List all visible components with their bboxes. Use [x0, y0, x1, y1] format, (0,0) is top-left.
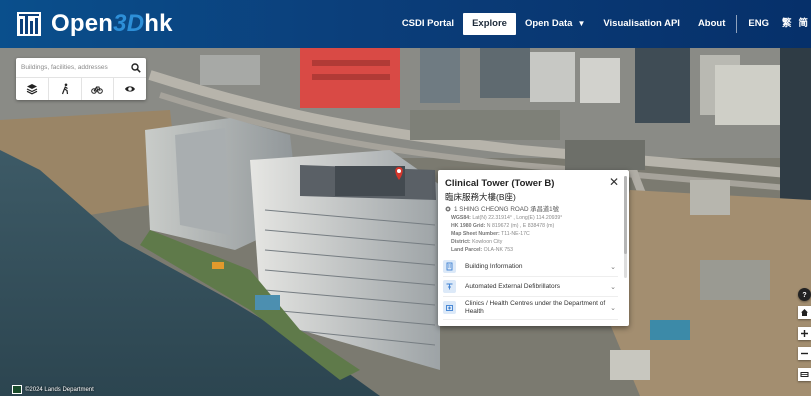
zoom-in-button[interactable]	[798, 327, 811, 340]
nav-divider	[736, 15, 738, 33]
building-info-popup: Clinical Tower (Tower B) ✕ 臨床服務大樓(B座) 1 …	[438, 170, 629, 326]
lang-eng[interactable]: ENG	[739, 13, 778, 35]
brand-name: Open3Dhk	[51, 10, 173, 38]
attribution: ©2024 Lands Department	[12, 385, 94, 394]
detail-district-value: Kowloon City	[472, 239, 503, 245]
popup-details: WGS84: Lat(N) 22.31914° , Long(E) 114.20…	[451, 214, 562, 254]
accordion-label: Clinics / Health Centres under the Depar…	[465, 299, 606, 315]
svg-text:?: ?	[802, 292, 806, 299]
popup-scrollbar-thumb[interactable]	[624, 176, 627, 254]
main-nav: CSDI Portal Explore Open Data ▼ Visualisa…	[393, 0, 811, 48]
brand-name-suffix: hk	[144, 10, 173, 37]
detail-district: District: Kowloon City	[451, 238, 562, 246]
popup-address: 1 SHING CHEONG ROAD 承昌道1號	[445, 204, 559, 213]
brand-name-prefix: Open	[51, 10, 114, 37]
popup-title: Clinical Tower (Tower B)	[445, 178, 555, 189]
clinic-icon	[443, 301, 456, 314]
popup-subtitle: 臨床服務大樓(B座)	[445, 192, 516, 202]
detail-hk1980: HK 1980 Grid: N 819672 (m) , E 838478 (m…	[451, 222, 562, 230]
walking-button[interactable]	[49, 78, 82, 100]
detail-land-parcel-value: OLA-NK 753	[483, 247, 514, 253]
nav-item-about[interactable]: About	[689, 13, 734, 35]
accordion-aed[interactable]: Automated External Defibrillators ⌄	[443, 277, 618, 297]
detail-wgs84-label: WGS84:	[451, 215, 471, 221]
popup-address-text: 1 SHING CHEONG ROAD 承昌道1號	[454, 206, 559, 213]
nav-item-explore[interactable]: Explore	[463, 13, 516, 35]
nav-item-open-data-label: Open Data	[524, 18, 573, 29]
help-button[interactable]: ?	[798, 288, 811, 301]
brand[interactable]: Open3Dhk	[16, 10, 173, 38]
detail-land-parcel-label: Land Parcel:	[451, 247, 483, 253]
home-button[interactable]	[798, 306, 811, 319]
aed-icon	[443, 280, 456, 293]
home-icon	[801, 309, 808, 316]
building-icon	[443, 260, 456, 273]
detail-map-sheet-value: T11-NE-17C	[501, 231, 530, 237]
chevron-down-icon: ⌄	[610, 283, 616, 291]
detail-hk1980-label: HK 1980 Grid:	[451, 223, 486, 229]
walking-icon	[61, 83, 68, 95]
detail-map-sheet: Map Sheet Number: T11-NE-17C	[451, 230, 562, 238]
accordion-label: Automated External Defibrillators	[465, 282, 561, 290]
mode-toolbar	[16, 78, 146, 100]
brand-logo-icon	[17, 12, 41, 36]
lang-sc[interactable]: 简	[795, 13, 811, 35]
zoom-out-icon	[801, 352, 808, 355]
lang-tc[interactable]: 繁	[778, 13, 796, 35]
caret-down-icon: ▼	[577, 19, 586, 28]
top-navigation-bar: Open3Dhk CSDI Portal Explore Open Data ▼ …	[0, 0, 811, 48]
close-icon[interactable]: ✕	[609, 176, 619, 188]
search-input[interactable]	[21, 64, 131, 71]
zoom-out-button[interactable]	[798, 347, 811, 360]
detail-district-label: District:	[451, 239, 471, 245]
accordion-building-information[interactable]: Building Information ⌄	[443, 257, 618, 277]
chevron-down-icon: ⌄	[610, 263, 616, 271]
detail-wgs84-value: Lat(N) 22.31914° , Long(E) 114.20939°	[472, 215, 563, 221]
location-pin-icon	[445, 206, 451, 211]
nav-item-csdi-portal[interactable]: CSDI Portal	[393, 13, 463, 35]
map-toggle-icon	[800, 372, 809, 377]
accordion-label: Building Information	[465, 262, 523, 270]
zoom-in-icon	[801, 330, 808, 337]
detail-wgs84: WGS84: Lat(N) 22.31914° , Long(E) 114.20…	[451, 214, 562, 222]
eye-icon	[125, 86, 136, 92]
layers-icon	[26, 84, 38, 95]
cycling-button[interactable]	[82, 78, 115, 100]
view-button[interactable]	[114, 78, 146, 100]
search-panel	[16, 58, 146, 100]
map-toggle-button[interactable]	[798, 368, 811, 381]
search-row	[16, 58, 146, 78]
nav-item-visualisation-api[interactable]: Visualisation API	[594, 13, 689, 35]
detail-land-parcel: Land Parcel: OLA-NK 753	[451, 246, 562, 254]
detail-hk1980-value: N 819672 (m) , E 838478 (m)	[486, 223, 555, 229]
search-icon[interactable]	[131, 62, 141, 73]
chevron-down-icon: ⌄	[610, 304, 616, 312]
lands-department-logo-icon	[12, 385, 22, 394]
detail-map-sheet-label: Map Sheet Number:	[451, 231, 500, 237]
brand-name-3d: 3D	[113, 10, 145, 37]
help-icon: ?	[802, 292, 806, 299]
bicycle-icon	[91, 86, 104, 94]
layers-button[interactable]	[16, 78, 49, 100]
accordion-clinics[interactable]: Clinics / Health Centres under the Depar…	[443, 296, 618, 320]
nav-item-open-data[interactable]: Open Data ▼	[516, 13, 594, 35]
attribution-text: ©2024 Lands Department	[25, 386, 94, 393]
